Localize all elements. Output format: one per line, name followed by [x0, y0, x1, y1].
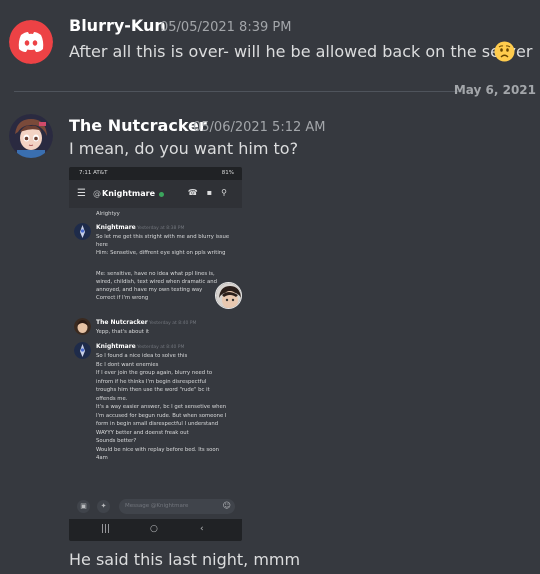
message-author[interactable]: The Nutcracker [69, 116, 207, 135]
dm-message-line: Sounds better? [96, 438, 137, 444]
status-right: 81% [221, 170, 234, 176]
dm-message-line: If I ever join the group again, blurry n… [96, 370, 213, 376]
at-icon: @ [93, 189, 101, 198]
avatar-the-nutcracker[interactable] [9, 114, 53, 158]
online-status-icon [159, 192, 164, 197]
status-left: 7:11 AT&T [79, 170, 108, 176]
message-author[interactable]: Blurry-Kun [69, 16, 166, 35]
home-icon[interactable]: ○ [150, 524, 158, 534]
dm-author: The Nutcracker [96, 319, 148, 326]
divider-date: May 6, 2021 [453, 83, 536, 97]
dm-message-line: So I found a nice idea to solve this [96, 353, 188, 359]
phone-status-bar: 7:11 AT&T 81% [69, 167, 242, 180]
dm-message-line: It's a way easier answer, bc I get sense… [96, 404, 227, 410]
dm-timestamp: Yesterday at 8:40 PM [137, 344, 185, 350]
dm-author: Knightmare [96, 343, 136, 350]
date-divider: May 6, 2021 [0, 83, 540, 97]
message-text: He said this last night, mmm [69, 550, 301, 569]
anime-avatar-icon [9, 114, 53, 158]
dm-message-line: So let me get this stright with me and b… [96, 234, 230, 240]
discord-logo-icon [9, 20, 53, 64]
header-actions-icons: ☎▪⚲ [187, 188, 236, 197]
avatar-blurry-kun[interactable] [9, 20, 53, 64]
message-text: I mean, do you want him to? [69, 139, 299, 158]
nutcracker-avatar [74, 318, 91, 335]
message-input[interactable]: Message @Knightmare ☺ [119, 499, 235, 514]
message-input-placeholder: Message @Knightmare [125, 503, 189, 509]
dm-message-line: Yepp, that's about it [96, 329, 150, 335]
menu-icon: ☰ [77, 188, 86, 199]
attached-screenshot[interactable]: 7:11 AT&T 81% ☰ @ Knightmare ☎▪⚲ Alright… [69, 167, 242, 541]
dm-message-line: infrom if he thinks I'm begin disrespect… [96, 378, 207, 385]
dm-message-line: wired, childish, text wired when dramati… [96, 279, 217, 285]
image-upload-icon[interactable]: ▣ [77, 500, 90, 513]
dm-author: Knightmare [96, 224, 136, 231]
dm-message-line: I'm accused for begun rude. But when som… [96, 412, 227, 419]
message-timestamp: 05/06/2021 5:12 AM [193, 120, 326, 135]
dm-timestamp: Yesterday at 8:40 PM [149, 320, 197, 326]
knightmare-avatar [74, 342, 91, 359]
dm-message-line: Alrightyy [96, 211, 120, 217]
dm-message-line: Me: sensitive, have no idea what ppl lin… [96, 271, 215, 277]
dm-message-line: Would be nice with replay before bed. It… [96, 446, 219, 453]
dm-message-line: WAYYY better and doenst freak out [96, 429, 189, 436]
worried-face-emoji-icon [494, 41, 515, 62]
message-text: After all this is over- will he be allow… [69, 42, 533, 61]
divider-line [14, 91, 462, 92]
dm-message-line: troughs him then use the word "rude" bc … [96, 387, 210, 393]
dm-message-line: Correct if I'm wrong [96, 295, 149, 301]
dm-header: ☰ @ Knightmare ☎▪⚲ [69, 180, 242, 208]
message-timestamp: 05/05/2021 8:39 PM [160, 20, 292, 35]
android-nav-bar: ||| ○ ‹ [69, 519, 242, 541]
emoji-icon[interactable]: ☺ [223, 501, 231, 510]
dm-message-line: Bc I dont want enemies [96, 361, 159, 368]
knightmare-avatar [74, 223, 91, 240]
back-icon[interactable]: ‹ [200, 524, 204, 534]
dm-message-line: 4am [96, 455, 108, 461]
gift-icon[interactable]: ✦ [97, 500, 110, 513]
message-composer: ▣ ✦ Message @Knightmare ☺ [69, 495, 242, 519]
dm-message-line: offends me. [96, 395, 128, 402]
dm-message-line: form in begin small disrespectful I unde… [96, 421, 219, 427]
floating-chat-head-avatar[interactable] [215, 282, 242, 309]
dm-message-line: here [96, 242, 108, 248]
recent-apps-icon[interactable]: ||| [101, 524, 110, 534]
dm-timestamp: Yesterday at 8:38 PM [137, 225, 185, 231]
channel-name: Knightmare [102, 189, 155, 198]
dm-message-line: annoyed, and have my own texting way [96, 287, 203, 293]
dm-message-line: Him: Sensetive, diffrent eye sight on pp… [96, 250, 226, 256]
